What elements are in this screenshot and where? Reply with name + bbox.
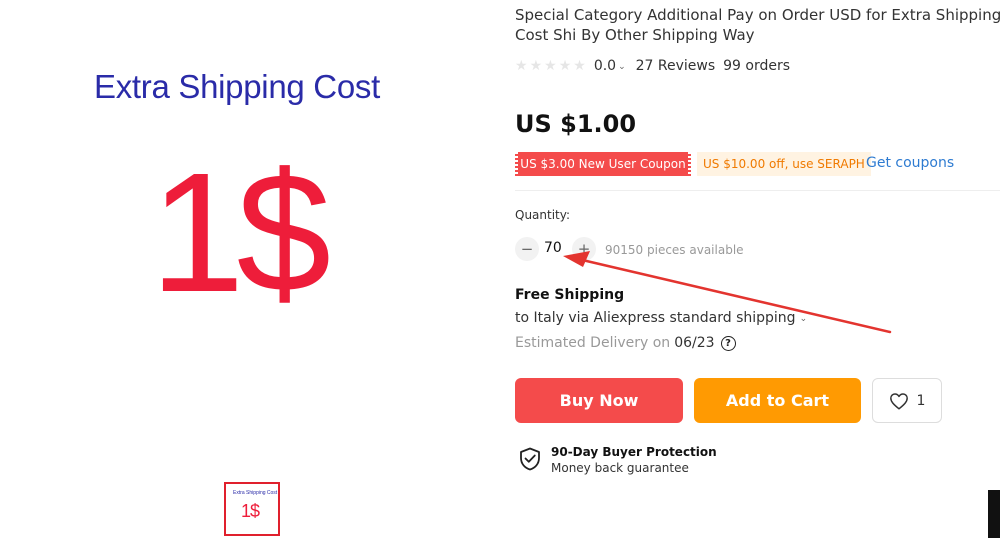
shield-check-icon — [520, 447, 540, 471]
image-title-text: Extra Shipping Cost — [94, 68, 380, 105]
quantity-increase-button[interactable]: + — [572, 237, 596, 261]
product-thumbnail[interactable]: Extra Shipping Cost 1$ — [224, 482, 280, 536]
shipping-method-text: to Italy via Aliexpress standard shippin… — [515, 310, 796, 326]
overlay-edge — [988, 490, 1000, 538]
delivery-date: 06/23 — [674, 335, 715, 351]
product-price: US $1.00 — [515, 110, 637, 138]
image-price-text: 1$ — [150, 138, 331, 328]
chevron-down-icon[interactable]: ⌄ — [800, 314, 808, 324]
star-icon: ★ — [515, 58, 528, 74]
promo-code-badge[interactable]: US $10.00 off, use SERAPH — [697, 152, 871, 176]
product-title: Special Category Additional Pay on Order… — [515, 6, 1000, 44]
new-user-coupon-badge[interactable]: US $3.00 New User Coupon — [515, 152, 691, 176]
shipping-method-selector[interactable]: to Italy via Aliexpress standard shippin… — [515, 310, 807, 326]
delivery-label: Estimated Delivery on — [515, 335, 671, 351]
star-icon: ★ — [544, 58, 557, 74]
quantity-decrease-button[interactable]: − — [515, 237, 539, 261]
star-icon: ★ — [558, 58, 572, 74]
wishlist-count: 1 — [916, 392, 926, 409]
orders-count: 99 orders — [723, 58, 791, 74]
star-icon: ★ — [573, 58, 586, 74]
pieces-available-text: 90150 pieces available — [605, 243, 744, 257]
thumbnail-price-text: 1$ — [241, 501, 260, 521]
rating-stars: ★ ★ ★ ★ ★ — [515, 59, 586, 73]
wishlist-button[interactable]: 1 — [872, 378, 942, 423]
shipping-title: Free Shipping — [515, 287, 625, 303]
rating-score[interactable]: 0.0 — [594, 58, 616, 74]
buyer-protection-subtitle: Money back guarantee — [551, 461, 689, 475]
section-divider — [515, 190, 1000, 191]
promo-code-label: US $10.00 off, use SERAPH — [703, 157, 865, 171]
quantity-input[interactable] — [544, 240, 568, 256]
estimated-delivery: Estimated Delivery on 06/23 ? — [515, 335, 736, 351]
get-coupons-link[interactable]: Get coupons — [866, 155, 954, 171]
buy-now-button[interactable]: Buy Now — [515, 378, 683, 423]
add-to-cart-button[interactable]: Add to Cart — [694, 378, 861, 423]
new-user-coupon-label: US $3.00 New User Coupon — [520, 157, 686, 171]
rating-row: ★ ★ ★ ★ ★ 0.0 ⌄ 27 Reviews 99 orders — [515, 57, 790, 75]
chevron-down-icon[interactable]: ⌄ — [618, 62, 626, 72]
thumbnail-title-text: Extra Shipping Cost — [233, 490, 278, 496]
buyer-protection-title: 90-Day Buyer Protection — [551, 445, 717, 459]
reviews-link[interactable]: 27 Reviews — [636, 58, 716, 74]
question-mark-icon[interactable]: ? — [720, 335, 736, 351]
quantity-label: Quantity: — [515, 208, 571, 222]
main-product-image[interactable]: Extra Shipping Cost 1$ — [40, 30, 450, 360]
heart-icon — [889, 392, 908, 410]
star-icon: ★ — [529, 58, 543, 74]
